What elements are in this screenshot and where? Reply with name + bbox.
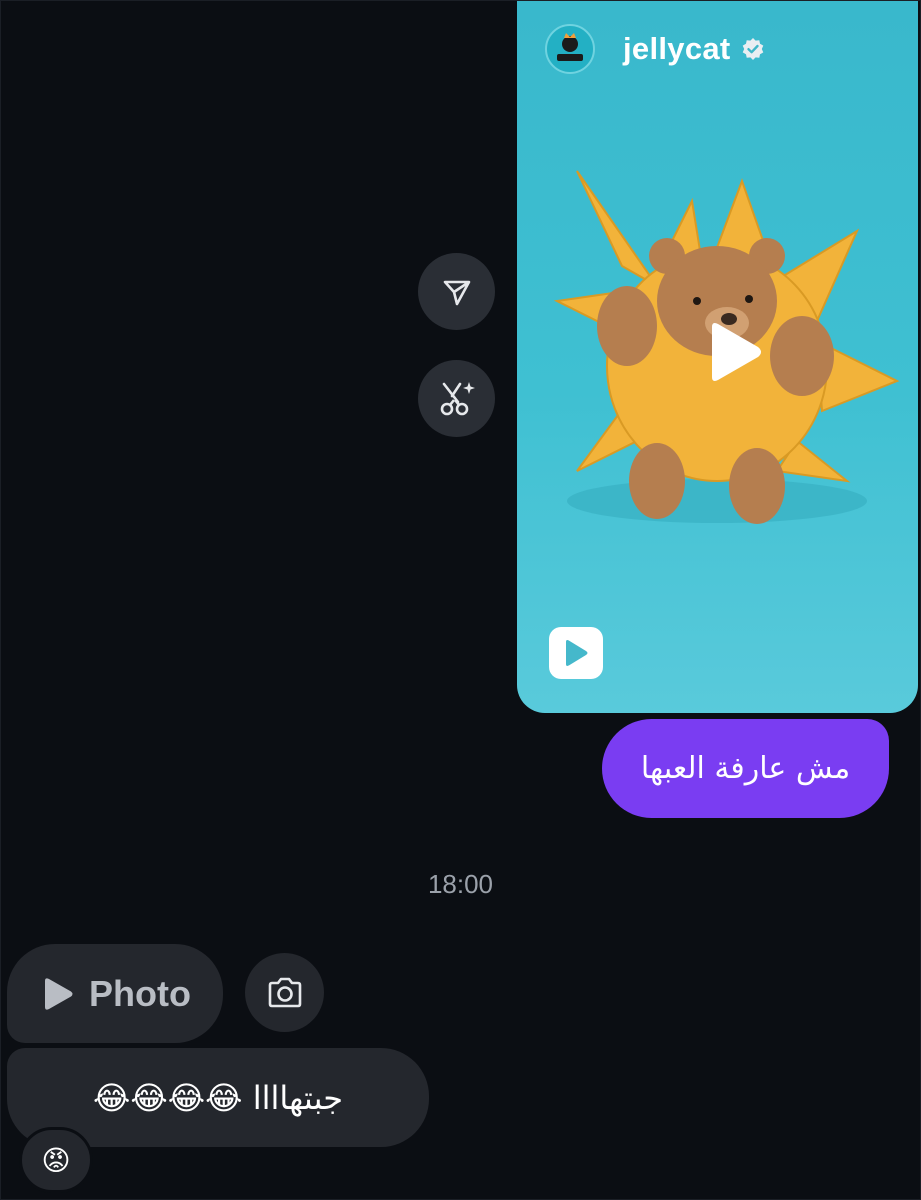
share-send-button[interactable] — [418, 253, 495, 330]
outgoing-message-text: مش عارفة العبها — [640, 751, 851, 786]
message-timestamp: 18:00 — [427, 869, 494, 899]
shared-reel-card[interactable]: jellycat — [517, 1, 918, 713]
incoming-message-text: جبتهاااا 😂😂😂😂 — [93, 1078, 343, 1117]
verified-badge-icon — [742, 38, 763, 60]
jellycat-logo-icon[interactable] — [545, 24, 595, 74]
play-circle-icon[interactable] — [698, 319, 764, 385]
message-reaction[interactable]: 😡 — [19, 1127, 93, 1193]
photo-label: Photo — [89, 972, 191, 1014]
photo-message-bubble[interactable]: Photo — [7, 944, 223, 1043]
remix-icon — [440, 381, 475, 415]
camera-button[interactable] — [245, 953, 324, 1032]
remix-button[interactable] — [418, 360, 495, 437]
play-icon — [45, 977, 73, 1010]
send-icon — [443, 280, 470, 305]
outgoing-message-bubble[interactable]: مش عارفة العبها — [602, 719, 889, 818]
reel-username[interactable]: jellycat — [623, 31, 731, 67]
angry-emoji-icon: 😡 — [41, 1143, 71, 1177]
reel-header[interactable]: jellycat — [545, 23, 765, 75]
camera-icon — [268, 977, 301, 1007]
chat-thread: jellycat مش عارفة العبها 18:00 Photo جبت… — [0, 0, 921, 1200]
reels-icon — [549, 627, 603, 679]
